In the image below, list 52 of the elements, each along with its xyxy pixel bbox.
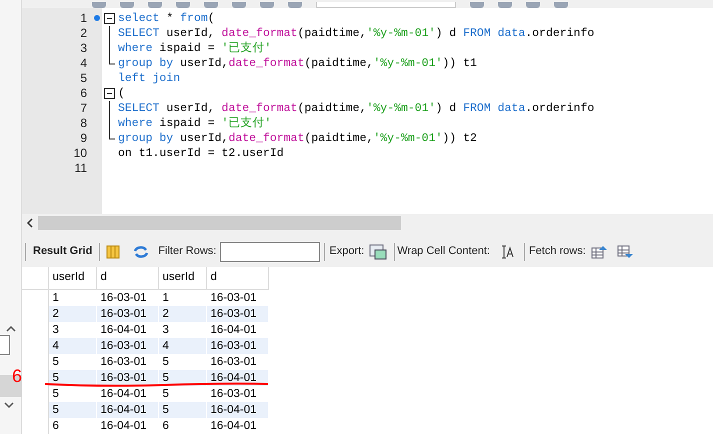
line-number: 5 [80,70,87,86]
code-line: where ispaid = '已支付' [118,40,272,56]
toolbar-icon[interactable] [554,2,568,8]
toolbar-icon[interactable] [120,2,134,8]
table-cell: 16-04-01 [206,418,268,434]
toolbar-icon[interactable] [288,2,302,8]
line-number: 10 [74,146,87,160]
code-line: SELECT userId, date_format(paidtime,'%y-%m-01') d FROM data.orderinfo [118,100,594,116]
code-line: select * from( [118,10,215,26]
annotation-number: 6 [12,366,22,386]
toolbar-icon[interactable] [526,2,540,8]
line-number: 7 [80,100,87,116]
result-grid-tab[interactable]: Result Grid [26,243,100,260]
code-line: group by userId,date_format(paidtime,'%y-%m-01')) t2 [118,130,477,146]
fold-toggle-icon[interactable] [104,86,115,100]
line-number: 9 [80,130,87,146]
wrap-cell-content-label: Wrap Cell Content: [397,244,490,260]
toolbar-icon[interactable] [260,2,274,8]
toolbar-icon[interactable] [148,2,162,8]
code-line: SELECT userId, date_format(paidtime,'%y-%m-01') d FROM data.orderinfo [118,26,594,40]
scroll-down-icon[interactable] [4,401,14,409]
fetch-rows-label: Fetch rows: [528,244,586,260]
toolbar-icon[interactable] [176,2,190,8]
line-number: 3 [80,40,87,56]
line-number: 8 [80,116,87,130]
scroll-left-icon[interactable] [25,218,35,228]
code-line: on t1.userId = t2.userId [118,146,284,160]
line-number: 1 [80,10,87,26]
toolbar-icon[interactable] [498,2,512,8]
export-label: Export: [329,244,364,260]
toolbar-icon[interactable] [470,2,484,8]
code-editor[interactable] [22,8,713,214]
code-line: left join [118,70,180,86]
filter-rows-field[interactable] [220,242,320,262]
code-line: group by userId,date_format(paidtime,'%y-%m-01')) t1 [118,56,477,70]
line-number: 6 [80,86,87,100]
line-number: 11 [74,160,87,176]
line-number: 2 [80,26,87,40]
scroll-up-icon[interactable] [6,325,16,333]
limit-field[interactable] [316,2,456,8]
table-cell: 6 [158,418,206,434]
scroll-thumb[interactable] [38,216,401,230]
code-line: where ispaid = '已支付' [118,116,272,130]
fold-toggle-icon[interactable] [104,10,115,26]
line-number: 4 [80,56,87,70]
toolbar-icon[interactable] [232,2,246,8]
table-cell: 16-04-01 [96,418,158,434]
filter-rows-label: Filter Rows: [158,244,216,260]
code-line: ( [118,86,125,100]
table-cell: 6 [48,418,96,434]
toolbar-icon[interactable] [204,2,218,8]
input-field[interactable] [0,335,10,355]
